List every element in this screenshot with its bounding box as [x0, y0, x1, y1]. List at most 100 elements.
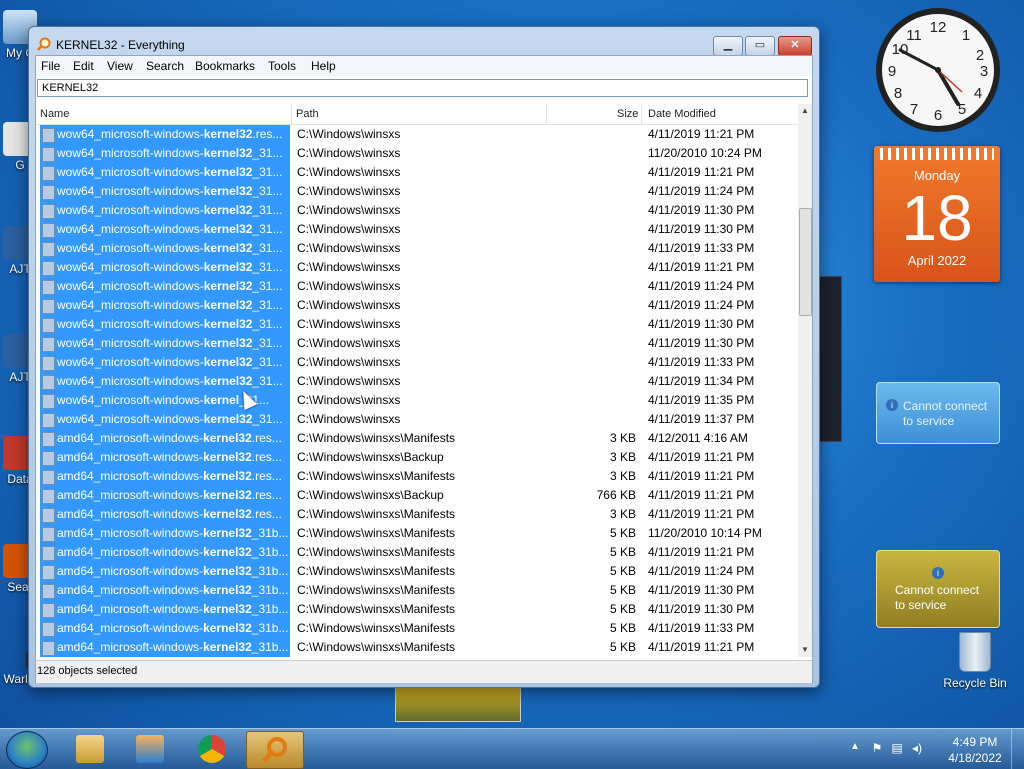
taskbar-explorer[interactable] — [62, 731, 118, 767]
table-row[interactable]: amd64_microsoft-windows-kernel32.res... C… — [36, 486, 798, 505]
row-path: C:\Windows\winsxs\Backup — [297, 450, 444, 464]
results-list[interactable]: Name Path Size Date Modified wow64_micro… — [36, 104, 798, 657]
column-separator[interactable] — [641, 104, 642, 124]
row-name-cell[interactable]: amd64_microsoft-windows-kernel32_31b... — [40, 581, 290, 600]
table-row[interactable]: wow64_microsoft-windows-kernel32_31... C:… — [36, 315, 798, 334]
row-name-cell[interactable]: wow64_microsoft-windows-kernel32_31... — [40, 239, 290, 258]
recycle-bin[interactable]: Recycle Bin — [940, 632, 1010, 690]
table-row[interactable]: amd64_microsoft-windows-kernel32.res... C… — [36, 467, 798, 486]
vertical-scrollbar[interactable]: ▲ ▼ — [798, 104, 812, 657]
table-row[interactable]: amd64_microsoft-windows-kernel32_31b... C… — [36, 638, 798, 657]
table-row[interactable]: wow64_microsoft-windows-kernel32_31... C:… — [36, 239, 798, 258]
column-separator[interactable] — [291, 104, 292, 124]
table-row[interactable]: wow64_microsoft-windows-kernel32_31... C:… — [36, 353, 798, 372]
table-row[interactable]: amd64_microsoft-windows-kernel32_31b... C… — [36, 581, 798, 600]
taskbar-clock[interactable]: 4:49 PM 4/18/2022 — [944, 734, 1006, 766]
table-row[interactable]: wow64_microsoft-windows-kernel_31... C:\W… — [36, 391, 798, 410]
maximize-button[interactable]: ▭ — [745, 36, 775, 56]
file-icon — [42, 394, 55, 409]
column-name[interactable]: Name — [40, 108, 69, 120]
action-center-icon[interactable]: ⚑ — [870, 741, 884, 755]
row-name-cell[interactable]: amd64_microsoft-windows-kernel32.res... — [40, 486, 290, 505]
row-name-cell[interactable]: wow64_microsoft-windows-kernel32_31... — [40, 201, 290, 220]
menu-help[interactable]: Help — [311, 59, 336, 73]
row-name-cell[interactable]: amd64_microsoft-windows-kernel32.res... — [40, 505, 290, 524]
table-row[interactable]: amd64_microsoft-windows-kernel32_31b... C… — [36, 524, 798, 543]
menu-file[interactable]: File — [41, 59, 60, 73]
row-name-cell[interactable]: wow64_microsoft-windows-kernel32_31... — [40, 315, 290, 334]
taskbar-everything[interactable] — [246, 731, 304, 769]
menu-edit[interactable]: Edit — [73, 59, 94, 73]
row-name-cell[interactable]: wow64_microsoft-windows-kernel32_31... — [40, 410, 290, 429]
volume-icon[interactable]: ◂) — [910, 741, 924, 755]
table-row[interactable]: wow64_microsoft-windows-kernel32_31... C:… — [36, 182, 798, 201]
row-name-cell[interactable]: wow64_microsoft-windows-kernel32.res... — [40, 125, 290, 144]
row-name-cell[interactable]: wow64_microsoft-windows-kernel32_31... — [40, 334, 290, 353]
table-row[interactable]: wow64_microsoft-windows-kernel32_31... C:… — [36, 410, 798, 429]
file-name-match: kernel32 — [203, 127, 253, 141]
table-row[interactable]: wow64_microsoft-windows-kernel32_31... C:… — [36, 296, 798, 315]
show-hidden-icons-icon[interactable]: ▲ — [850, 741, 860, 752]
table-row[interactable]: amd64_microsoft-windows-kernel32_31b... C… — [36, 619, 798, 638]
row-name-cell[interactable]: wow64_microsoft-windows-kernel32_31... — [40, 163, 290, 182]
table-row[interactable]: amd64_microsoft-windows-kernel32_31b... C… — [36, 562, 798, 581]
row-name-cell[interactable]: wow64_microsoft-windows-kernel32_31... — [40, 144, 290, 163]
taskbar-chrome[interactable] — [184, 731, 240, 767]
table-row[interactable]: amd64_microsoft-windows-kernel32_31b... C… — [36, 543, 798, 562]
menu-search[interactable]: Search — [146, 59, 184, 73]
row-name-cell[interactable]: amd64_microsoft-windows-kernel32_31b... — [40, 562, 290, 581]
row-name-cell[interactable]: wow64_microsoft-windows-kernel32_31... — [40, 277, 290, 296]
table-row[interactable]: wow64_microsoft-windows-kernel32_31... C:… — [36, 144, 798, 163]
show-desktop-button[interactable] — [1011, 729, 1024, 769]
row-name-cell[interactable]: wow64_microsoft-windows-kernel32_31... — [40, 372, 290, 391]
row-name-cell[interactable]: wow64_microsoft-windows-kernel32_31... — [40, 296, 290, 315]
row-name-cell[interactable]: amd64_microsoft-windows-kernel32_31b... — [40, 600, 290, 619]
row-name-cell[interactable]: amd64_microsoft-windows-kernel32.res... — [40, 467, 290, 486]
scroll-down-icon[interactable]: ▼ — [798, 643, 812, 657]
column-size[interactable]: Size — [617, 108, 638, 120]
menu-view[interactable]: View — [107, 59, 133, 73]
close-button[interactable]: ✕ — [778, 36, 812, 56]
table-row[interactable]: wow64_microsoft-windows-kernel32_31... C:… — [36, 277, 798, 296]
calendar-gadget[interactable]: Monday 18 April 2022 — [874, 146, 1000, 282]
row-name-cell[interactable]: amd64_microsoft-windows-kernel32_31b... — [40, 543, 290, 562]
table-row[interactable]: amd64_microsoft-windows-kernel32.res... C… — [36, 505, 798, 524]
menu-bookmarks[interactable]: Bookmarks — [195, 59, 255, 73]
search-input[interactable] — [37, 79, 808, 97]
table-row[interactable]: amd64_microsoft-windows-kernel32.res... C… — [36, 448, 798, 467]
row-name-cell[interactable]: amd64_microsoft-windows-kernel32_31b... — [40, 524, 290, 543]
column-separator[interactable] — [546, 104, 547, 124]
table-row[interactable]: wow64_microsoft-windows-kernel32.res... C… — [36, 125, 798, 144]
minimize-button[interactable]: ▁ — [713, 36, 743, 56]
feed-gadget[interactable]: i Cannot connect to service — [876, 550, 1000, 628]
table-row[interactable]: wow64_microsoft-windows-kernel32_31... C:… — [36, 372, 798, 391]
row-name-cell[interactable]: wow64_microsoft-windows-kernel32_31... — [40, 258, 290, 277]
everything-window[interactable]: KERNEL32 - Everything ▁ ▭ ✕ File Edit Vi… — [28, 26, 820, 688]
table-row[interactable]: amd64_microsoft-windows-kernel32_31b... C… — [36, 600, 798, 619]
start-button[interactable] — [6, 731, 48, 769]
table-row[interactable]: wow64_microsoft-windows-kernel32_31... C:… — [36, 163, 798, 182]
scroll-up-icon[interactable]: ▲ — [798, 104, 812, 118]
table-row[interactable]: wow64_microsoft-windows-kernel32_31... C:… — [36, 334, 798, 353]
column-path[interactable]: Path — [296, 108, 319, 120]
row-name-cell[interactable]: amd64_microsoft-windows-kernel32_31b... — [40, 619, 290, 638]
table-row[interactable]: amd64_microsoft-windows-kernel32.res... C… — [36, 429, 798, 448]
row-path: C:\Windows\winsxs — [297, 184, 401, 198]
network-icon[interactable]: ▤ — [890, 741, 904, 755]
file-icon — [42, 622, 55, 637]
row-name-cell[interactable]: wow64_microsoft-windows-kernel32_31... — [40, 353, 290, 372]
table-row[interactable]: wow64_microsoft-windows-kernel32_31... C:… — [36, 220, 798, 239]
row-name-cell[interactable]: amd64_microsoft-windows-kernel32.res... — [40, 429, 290, 448]
weather-gadget[interactable]: i Cannot connect to service — [876, 382, 1000, 444]
row-name-cell[interactable]: wow64_microsoft-windows-kernel32_31... — [40, 220, 290, 239]
scroll-thumb[interactable] — [799, 208, 812, 316]
row-name-cell[interactable]: wow64_microsoft-windows-kernel32_31... — [40, 182, 290, 201]
table-row[interactable]: wow64_microsoft-windows-kernel32_31... C:… — [36, 258, 798, 277]
explorer-icon — [76, 735, 104, 763]
taskbar-media-player[interactable] — [122, 731, 178, 767]
row-name-cell[interactable]: amd64_microsoft-windows-kernel32_31b... — [40, 638, 290, 657]
menu-tools[interactable]: Tools — [268, 59, 296, 73]
row-name-cell[interactable]: amd64_microsoft-windows-kernel32.res... — [40, 448, 290, 467]
table-row[interactable]: wow64_microsoft-windows-kernel32_31... C:… — [36, 201, 798, 220]
column-date-modified[interactable]: Date Modified — [648, 108, 716, 120]
